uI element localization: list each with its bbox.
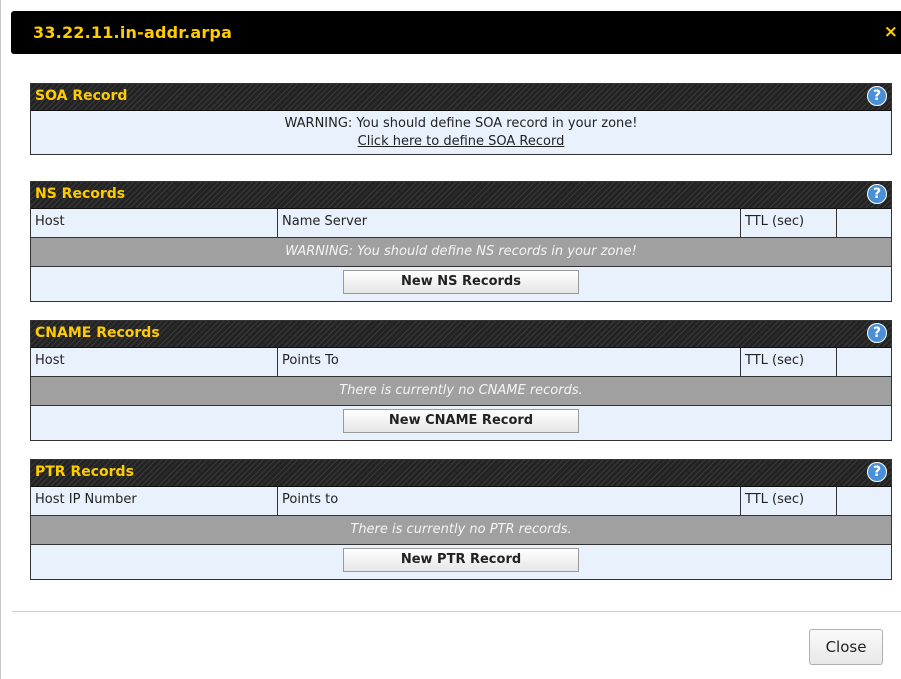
ns-header-row: Host Name Server TTL (sec) <box>31 209 891 237</box>
soa-title: SOA Record <box>35 88 128 104</box>
soa-header: SOA Record ? <box>31 84 891 111</box>
ptr-title: PTR Records <box>35 464 134 480</box>
cname-header-row: Host Points To TTL (sec) <box>31 348 891 376</box>
zone-dialog: 33.22.11.in-addr.arpa × SOA Record ? WAR… <box>0 0 901 679</box>
ns-title: NS Records <box>35 186 126 202</box>
footer-divider <box>12 611 901 612</box>
soa-section: SOA Record ? WARNING: You should define … <box>30 83 892 155</box>
column-header <box>836 487 891 515</box>
help-icon[interactable]: ? <box>867 462 887 482</box>
column-header: Points to <box>277 487 740 515</box>
define-soa-link[interactable]: Click here to define SOA Record <box>358 134 565 149</box>
cname-section: CNAME Records ? Host Points To TTL (sec)… <box>30 320 892 441</box>
column-header: TTL (sec) <box>740 209 836 237</box>
ptr-button-row: New PTR Record <box>31 544 891 579</box>
dialog-titlebar: 33.22.11.in-addr.arpa × <box>11 11 901 54</box>
column-header: Points To <box>277 348 740 376</box>
help-icon[interactable]: ? <box>867 184 887 204</box>
ns-section: NS Records ? Host Name Server TTL (sec) … <box>30 181 892 302</box>
column-header: TTL (sec) <box>740 487 836 515</box>
new-ns-records-button[interactable]: New NS Records <box>343 270 579 294</box>
help-icon[interactable]: ? <box>867 323 887 343</box>
column-header: TTL (sec) <box>740 348 836 376</box>
cname-title: CNAME Records <box>35 325 160 341</box>
column-header: Host IP Number <box>35 492 137 507</box>
new-cname-record-button[interactable]: New CNAME Record <box>343 409 579 433</box>
ptr-section: PTR Records ? Host IP Number Points to T… <box>30 459 892 580</box>
ns-button-row: New NS Records <box>31 266 891 301</box>
column-header: Host <box>35 353 65 368</box>
column-header <box>836 209 891 237</box>
soa-body: WARNING: You should define SOA record in… <box>31 111 891 154</box>
dialog-title: 33.22.11.in-addr.arpa <box>33 23 233 42</box>
new-ptr-record-button[interactable]: New PTR Record <box>343 548 579 572</box>
cname-header: CNAME Records ? <box>31 321 891 348</box>
ns-header: NS Records ? <box>31 182 891 209</box>
column-header <box>836 348 891 376</box>
ptr-header: PTR Records ? <box>31 460 891 487</box>
close-button[interactable]: Close <box>809 629 883 665</box>
help-icon[interactable]: ? <box>867 86 887 106</box>
soa-warning: WARNING: You should define SOA record in… <box>284 116 638 131</box>
ns-warning-message: WARNING: You should define NS records in… <box>31 237 891 266</box>
cname-empty-message: There is currently no CNAME records. <box>31 376 891 405</box>
close-icon[interactable]: × <box>884 22 898 42</box>
cname-button-row: New CNAME Record <box>31 405 891 440</box>
column-header: Name Server <box>277 209 740 237</box>
ptr-empty-message: There is currently no PTR records. <box>31 515 891 544</box>
column-header: Host <box>35 214 65 229</box>
ptr-header-row: Host IP Number Points to TTL (sec) <box>31 487 891 515</box>
